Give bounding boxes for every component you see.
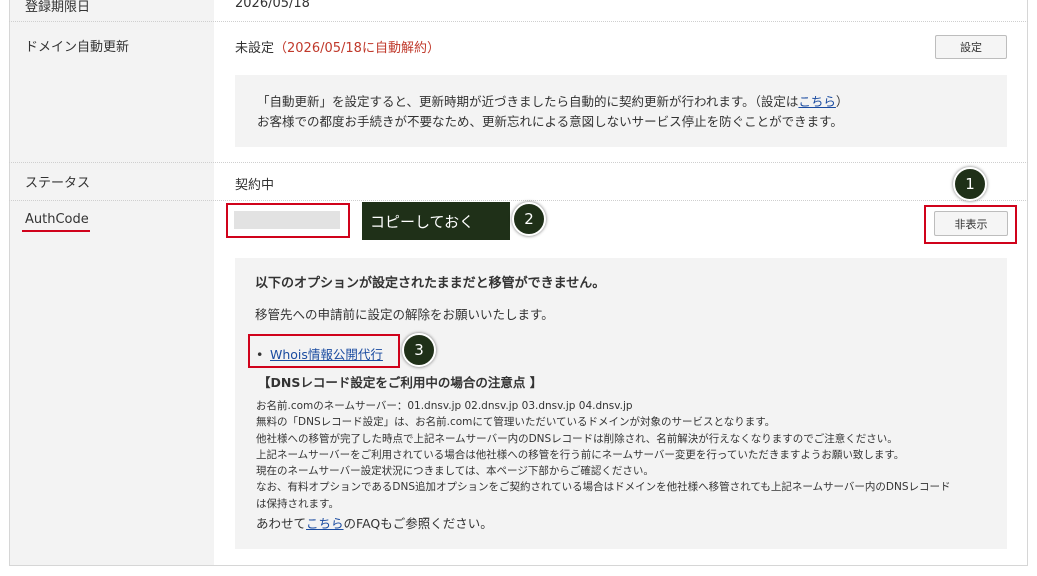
auto-cancel-note: （2026/05/18に自動解約）	[274, 41, 440, 56]
dns-notice-line: お名前.comのネームサーバー：01.dnsv.jp 02.dnsv.jp 03…	[256, 400, 633, 412]
expiry-value: 2026/05/18	[235, 0, 310, 11]
faq-link[interactable]: こちら	[306, 516, 344, 531]
row-divider	[9, 162, 1028, 163]
auto-renew-info-box: 「自動更新」を設定すると、更新時期が近づきましたら自動的に契約更新が行われます。…	[235, 75, 1007, 147]
dns-notice-line: は保持されます。	[256, 497, 339, 510]
authcode-underline	[22, 230, 90, 232]
expiry-label: 登録期限日	[25, 0, 91, 15]
status-label: ステータス	[25, 176, 91, 191]
auto-renew-info-line1: 「自動更新」を設定すると、更新時期が近づきましたら自動的に契約更新が行われます。…	[257, 94, 849, 109]
auto-renew-setting-button[interactable]: 設定	[935, 35, 1007, 59]
dns-notice-line: 現在のネームサーバー設定状況につきましては、本ページ下部からご確認ください。	[256, 465, 654, 478]
dns-notice-line: なお、有料オプションであるDNS追加オプションをご契約されている場合はドメインを…	[256, 481, 951, 494]
authcode-value-masked[interactable]	[234, 211, 340, 229]
dns-notice-line: 上記ネームサーバーをご利用されている場合は他社様への移管を行う前にネームサーバー…	[256, 448, 905, 461]
auto-renew-status-text: 未設定	[235, 41, 275, 56]
dns-notice-heading: 【DNSレコード設定をご利用中の場合の注意点 】	[258, 375, 543, 390]
status-value: 契約中	[235, 178, 275, 193]
row-divider	[9, 200, 1028, 201]
transfer-notice-subtext: 移管先への申請前に設定の解除をお願いいたします。	[255, 307, 554, 322]
callout-3: 3	[402, 333, 436, 367]
row-divider	[9, 21, 1028, 22]
auto-renew-setting-link[interactable]: こちら	[798, 94, 836, 109]
dns-notice-body: お名前.comのネームサーバー：01.dnsv.jp 02.dnsv.jp 03…	[256, 398, 1001, 512]
callout-2: 2	[512, 202, 546, 236]
auto-renew-label: ドメイン自動更新	[25, 40, 130, 55]
transfer-notice-heading: 以下のオプションが設定されたままだと移管ができません。	[255, 276, 606, 291]
auto-renew-info-line2: お客様での都度お手続きが不要なため、更新忘れによる意図しないサービス停止を防ぐこ…	[257, 114, 843, 129]
dns-notice-line: 他社様への移管が完了した時点で上記ネームサーバー内のDNSレコードは削除され、名…	[256, 432, 898, 445]
faq-reference: あわせてこちらのFAQもご参照ください。	[256, 516, 493, 531]
whois-option-item: • Whois情報公開代行	[256, 344, 383, 363]
list-bullet: •	[256, 347, 264, 362]
auto-renew-status: 未設定（2026/05/18に自動解約）	[235, 37, 440, 56]
dns-notice-line: 無料の「DNSレコード設定」は、お名前.comにて管理いただいているドメインが対…	[256, 416, 776, 429]
hide-authcode-button[interactable]: 非表示	[934, 211, 1008, 236]
callout-1: 1	[953, 167, 987, 201]
copy-instruction-note: コピーしておく	[362, 202, 510, 240]
authcode-label: AuthCode	[25, 212, 89, 227]
whois-proxy-link[interactable]: Whois情報公開代行	[270, 347, 383, 362]
